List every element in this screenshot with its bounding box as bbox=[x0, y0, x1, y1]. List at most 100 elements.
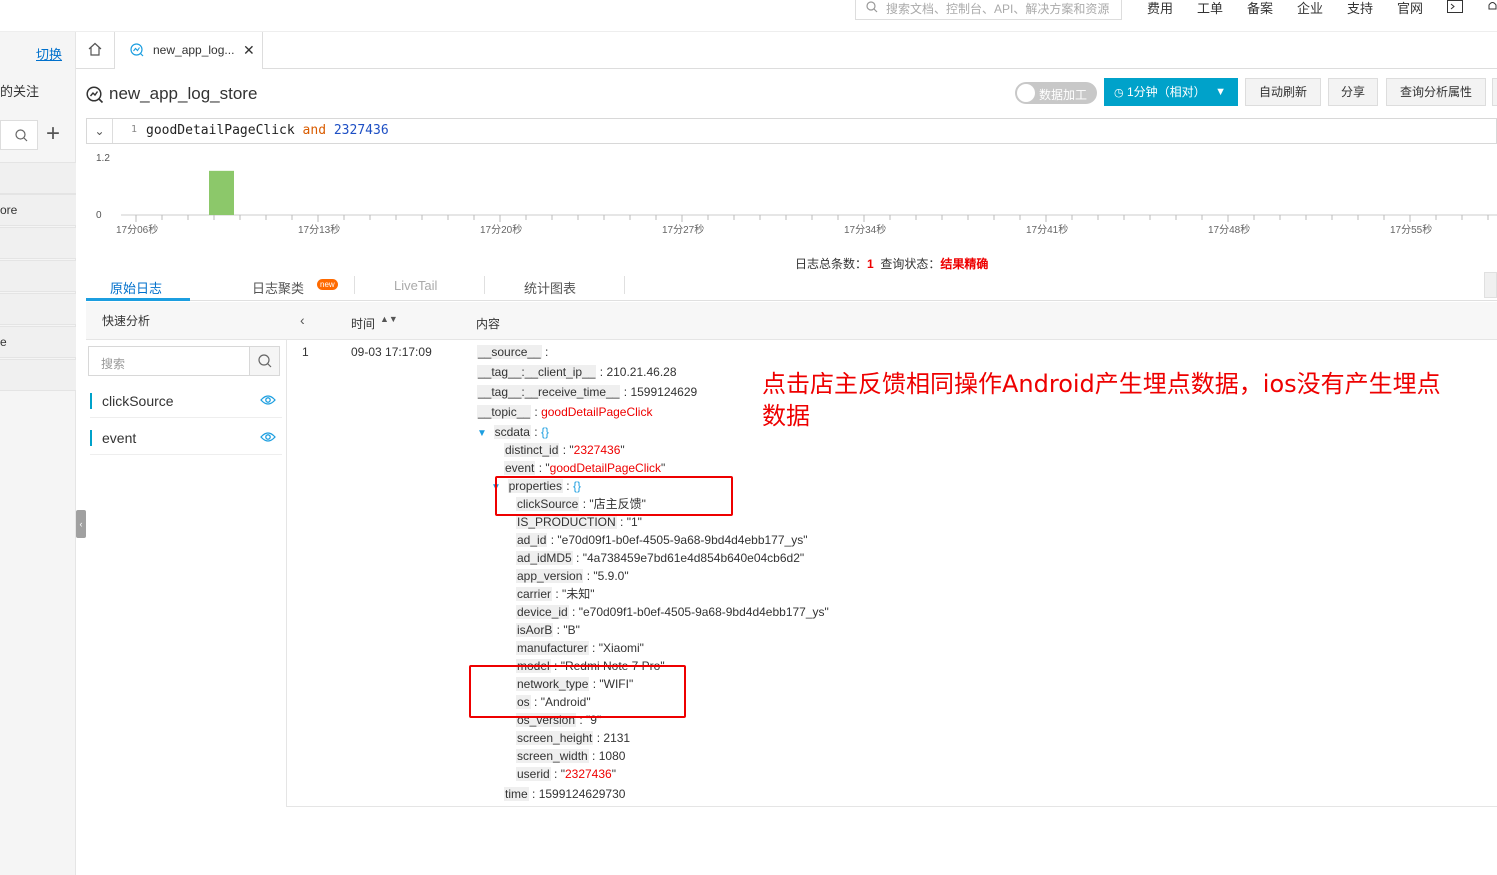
field-key[interactable]: distinct_id bbox=[504, 443, 560, 457]
add-icon[interactable]: + bbox=[46, 122, 60, 146]
expand-triangle-icon[interactable]: ▼ bbox=[477, 428, 487, 439]
field-value[interactable]: "e70d09f1-b0ef-4505-9a68-9bd4d4ebb177_ys… bbox=[579, 605, 829, 619]
field-key[interactable]: manufacturer bbox=[516, 641, 589, 655]
field-key[interactable]: device_id bbox=[516, 605, 569, 619]
field-key[interactable]: isAorB bbox=[516, 623, 554, 637]
tab-log-cluster[interactable]: 日志聚类 bbox=[252, 278, 304, 297]
nav-link-icp[interactable]: 备案 bbox=[1247, 0, 1273, 17]
nav-link-official-site[interactable]: 官网 bbox=[1397, 0, 1423, 17]
nav-link-support[interactable]: 支持 bbox=[1347, 0, 1373, 17]
field-value[interactable]: 2131 bbox=[603, 731, 630, 745]
sidebar-search-button[interactable] bbox=[0, 120, 38, 150]
field-value[interactable]: "Xiaomi" bbox=[599, 641, 644, 655]
eye-icon[interactable] bbox=[260, 431, 276, 443]
field-key[interactable]: ad_idMD5 bbox=[516, 551, 573, 565]
sidebar-item[interactable] bbox=[0, 162, 76, 194]
sidebar-item[interactable] bbox=[0, 293, 76, 325]
x-tick-label: 17分34秒 bbox=[844, 223, 886, 236]
quick-field-item[interactable]: clickSource bbox=[90, 384, 282, 418]
field-key[interactable]: IS_PRODUCTION bbox=[516, 515, 617, 529]
field-key[interactable]: app_version bbox=[516, 569, 584, 583]
field-search-button[interactable] bbox=[249, 347, 279, 375]
sidebar-item[interactable] bbox=[0, 359, 76, 391]
sidebar-item[interactable]: e bbox=[0, 326, 76, 358]
query-text[interactable]: goodDetailPageClick and 2327436 bbox=[146, 123, 389, 138]
field-value[interactable]: "2327436" bbox=[569, 443, 624, 457]
tab-home[interactable] bbox=[76, 32, 115, 69]
query-properties-button[interactable]: 查询分析属性 bbox=[1386, 78, 1486, 106]
terminal-icon[interactable] bbox=[1447, 0, 1463, 13]
field-value[interactable]: "goodDetailPageClick" bbox=[545, 461, 665, 475]
field-value[interactable]: "未知" bbox=[562, 587, 595, 601]
field-key[interactable]: screen_height bbox=[516, 731, 594, 745]
field-key[interactable]: ad_id bbox=[516, 533, 548, 547]
share-button[interactable]: 分享 bbox=[1328, 78, 1378, 106]
quick-analysis-panel: 快速分析 搜索 clickSource event bbox=[86, 302, 287, 807]
data-processing-toggle[interactable]: 数据加工 bbox=[1015, 82, 1097, 104]
field-key[interactable]: __source__ bbox=[477, 345, 542, 359]
switch-link[interactable]: 切换 bbox=[36, 44, 62, 63]
tab-livetail[interactable]: LiveTail bbox=[394, 278, 437, 293]
field-key[interactable]: __tag__:__receive_time__ bbox=[477, 385, 621, 399]
query-editor[interactable]: ⌄ 1 goodDetailPageClick and 2327436 bbox=[86, 118, 1497, 144]
top-nav: 搜索文档、控制台、API、解决方案和资源 费用 工单 备案 企业 支持 官网 bbox=[0, 0, 1497, 32]
sidebar-item[interactable] bbox=[0, 260, 76, 292]
field-value[interactable]: 1599124629730 bbox=[539, 787, 626, 801]
log-field: __tag__:__client_ip__ : 210.21.46.28 bbox=[477, 365, 677, 379]
bell-icon[interactable] bbox=[1488, 0, 1497, 12]
y-tick-label: 1.2 bbox=[96, 153, 110, 164]
field-key[interactable]: userid bbox=[516, 767, 551, 781]
sort-icon[interactable]: ▲▼ bbox=[380, 314, 398, 324]
field-value[interactable]: 210.21.46.28 bbox=[606, 365, 676, 379]
field-value[interactable]: "2327436" bbox=[561, 767, 616, 781]
chevron-left-icon[interactable]: ‹ bbox=[300, 312, 305, 328]
tab-logstore[interactable]: new_app_log... ✕ bbox=[115, 32, 263, 69]
log-table-header: ‹ 时间 ▲▼ 内容 bbox=[287, 302, 1497, 340]
y-tick-label: 0 bbox=[96, 210, 102, 221]
nav-link-tickets[interactable]: 工单 bbox=[1197, 0, 1223, 17]
column-time[interactable]: 时间 bbox=[351, 315, 375, 332]
field-key[interactable]: scdata bbox=[493, 425, 531, 439]
field-key[interactable]: __topic__ bbox=[477, 405, 532, 419]
query-operator: and bbox=[302, 123, 327, 138]
quick-field-item[interactable]: event bbox=[90, 421, 282, 455]
tab-statistics-chart[interactable]: 统计图表 bbox=[524, 278, 576, 297]
field-value[interactable]: goodDetailPageClick bbox=[541, 405, 652, 419]
field-value[interactable]: 1080 bbox=[599, 749, 626, 763]
field-value[interactable]: "5.9.0" bbox=[593, 569, 628, 583]
nav-link-enterprise[interactable]: 企业 bbox=[1297, 0, 1323, 17]
logstore-icon bbox=[130, 43, 144, 57]
field-value-text: 2327436 bbox=[573, 443, 621, 457]
field-key[interactable]: event bbox=[504, 461, 536, 475]
field-value[interactable]: "1" bbox=[627, 515, 642, 529]
field-key[interactable]: time bbox=[504, 787, 529, 801]
chevron-down-icon[interactable]: ⌄ bbox=[87, 119, 113, 143]
time-range-dropdown[interactable]: ◷ 1分钟（相对） ▼ bbox=[1104, 78, 1238, 106]
sidebar-collapse-handle[interactable]: ‹ bbox=[76, 510, 86, 538]
log-field: manufacturer : "Xiaomi" bbox=[516, 641, 644, 655]
log-field: device_id : "e70d09f1-b0ef-4505-9a68-9bd… bbox=[516, 605, 829, 619]
log-histogram[interactable]: 1.2 0 17分06秒 17分13秒 17分20秒 17分27秒 17分34秒 17分41秒… bbox=[86, 150, 1497, 242]
field-key[interactable]: carrier bbox=[516, 587, 553, 601]
sidebar-item[interactable] bbox=[0, 227, 76, 259]
field-search-input[interactable]: 搜索 bbox=[88, 346, 280, 376]
field-value[interactable]: "4a738459e7bd61e4d854b640e04cb6d2" bbox=[583, 551, 804, 565]
more-button[interactable] bbox=[1492, 78, 1497, 106]
auto-refresh-button[interactable]: 自动刷新 bbox=[1245, 78, 1321, 106]
time-range-label: 1分钟（相对） bbox=[1126, 85, 1206, 99]
global-search-input[interactable]: 搜索文档、控制台、API、解决方案和资源 bbox=[855, 0, 1122, 20]
tab-raw-logs[interactable]: 原始日志 bbox=[110, 278, 162, 297]
log-time: 09-03 17:17:09 bbox=[351, 345, 432, 359]
nav-link-billing[interactable]: 费用 bbox=[1147, 0, 1173, 17]
query-term: 2327436 bbox=[333, 123, 389, 138]
close-icon[interactable]: ✕ bbox=[243, 42, 255, 59]
field-value[interactable]: "B" bbox=[563, 623, 580, 637]
eye-icon[interactable] bbox=[260, 394, 276, 406]
field-key[interactable]: __tag__:__client_ip__ bbox=[477, 365, 597, 379]
scroll-handle[interactable] bbox=[1484, 272, 1497, 298]
sidebar-item[interactable]: ore bbox=[0, 194, 76, 226]
histogram-bar[interactable] bbox=[209, 170, 234, 215]
field-key[interactable]: screen_width bbox=[516, 749, 589, 763]
field-value[interactable]: 1599124629 bbox=[630, 385, 697, 399]
field-value[interactable]: "e70d09f1-b0ef-4505-9a68-9bd4d4ebb177_ys… bbox=[557, 533, 807, 547]
